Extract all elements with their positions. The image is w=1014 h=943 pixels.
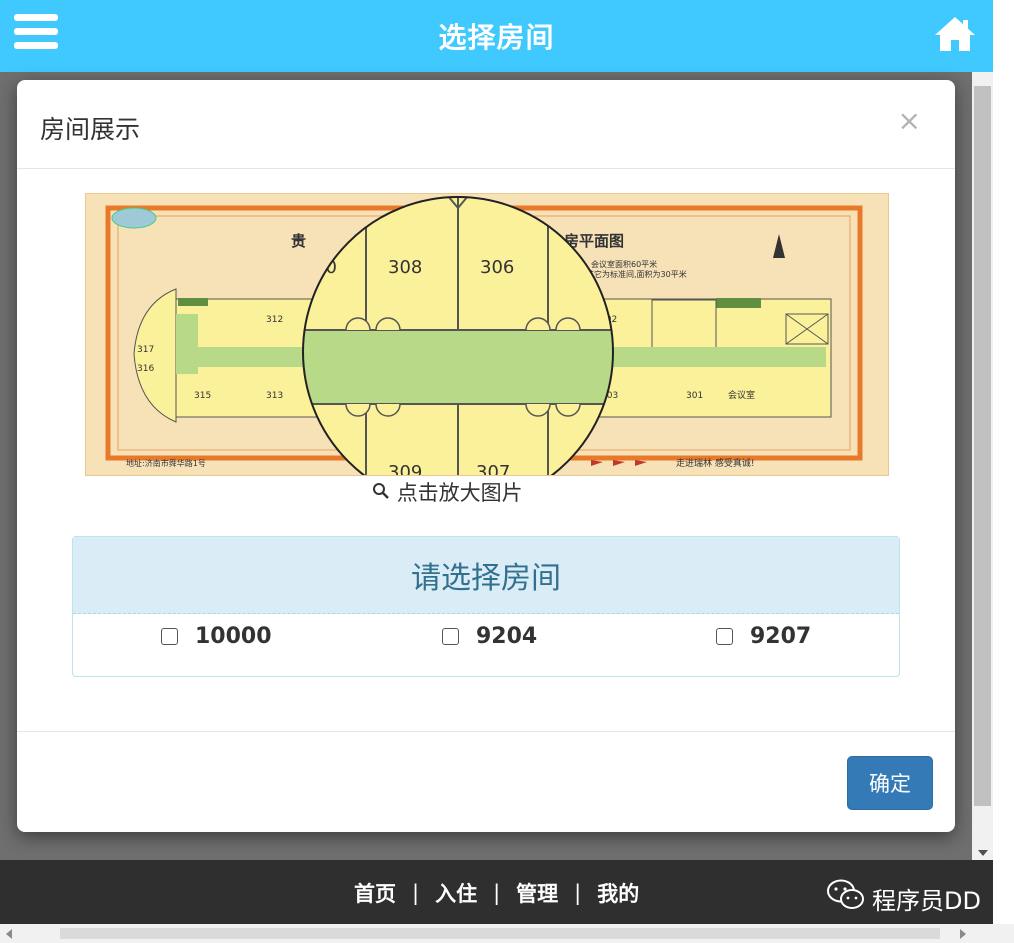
mag-room-label: 308 xyxy=(388,257,422,278)
nav-home-link[interactable]: 首页 xyxy=(354,878,396,908)
logo-icon xyxy=(111,207,157,229)
room-checkbox[interactable] xyxy=(442,628,459,645)
top-header: 选择房间 xyxy=(0,0,993,72)
vertical-scrollbar[interactable] xyxy=(972,72,993,860)
mag-room-label: 307 xyxy=(476,462,510,475)
room-number: 9207 xyxy=(750,624,812,649)
plan-note-1: 会议室面积60平米 xyxy=(591,259,657,269)
room-option-10000[interactable]: 10000 xyxy=(161,624,272,649)
svg-text:地址:济南市舜华路1号: 地址:济南市舜华路1号 xyxy=(126,458,206,468)
nav-manage-link[interactable]: 管理 xyxy=(516,878,558,908)
room-checkbox[interactable] xyxy=(161,628,178,645)
plan-heading-left: 贵 xyxy=(291,232,306,250)
home-icon[interactable] xyxy=(933,14,977,54)
confirm-button[interactable]: 确定 xyxy=(847,756,933,810)
mag-room-label: 309 xyxy=(388,462,422,475)
menu-icon[interactable] xyxy=(14,14,58,54)
plan-caption[interactable]: 点击放大图片 xyxy=(372,477,523,507)
svg-text:会议室: 会议室 xyxy=(728,389,755,401)
window-edge xyxy=(993,0,1014,943)
svg-text:312: 312 xyxy=(266,315,283,325)
room-modal: 房间展示 × 贵 房平面图 会议室面积60平米 其它为标准间,面积为30平米 3… xyxy=(17,80,955,832)
watermark: 程序员DD xyxy=(826,878,981,918)
hscroll-thumb[interactable] xyxy=(60,928,940,939)
scroll-left-icon[interactable] xyxy=(6,929,12,939)
nav-separator: | xyxy=(574,881,582,905)
room-panel-title: 请选择房间 xyxy=(411,561,561,596)
modal-title: 房间展示 xyxy=(40,115,141,144)
magnifier-icon xyxy=(372,481,390,505)
svg-text:走进瑞林 感受真诚!: 走进瑞林 感受真诚! xyxy=(676,457,754,469)
svg-text:316: 316 xyxy=(137,364,154,374)
nav-mine-link[interactable]: 我的 xyxy=(597,878,639,908)
plan-caption-text: 点击放大图片 xyxy=(396,481,523,505)
svg-text:317: 317 xyxy=(137,345,154,355)
watermark-text: 程序员DD xyxy=(872,886,981,915)
room-checkbox[interactable] xyxy=(716,628,733,645)
room-number: 9204 xyxy=(476,624,538,649)
svg-text:313: 313 xyxy=(266,391,283,401)
room-select-panel: 请选择房间 10000 9204 9207 xyxy=(72,536,900,677)
room-number: 10000 xyxy=(195,624,272,649)
modal-header: 房间展示 × xyxy=(17,80,955,169)
nav-separator: | xyxy=(412,881,420,905)
floor-plan-image[interactable]: 贵 房平面图 会议室面积60平米 其它为标准间,面积为30平米 317 316 … xyxy=(85,193,889,508)
svg-text:315: 315 xyxy=(194,391,211,401)
horizontal-scrollbar[interactable] xyxy=(0,924,1014,943)
plan-note-2: 其它为标准间,面积为30平米 xyxy=(586,269,687,279)
nav-checkin-link[interactable]: 入住 xyxy=(435,878,477,908)
mag-room-label: 306 xyxy=(480,257,514,278)
scroll-down-icon[interactable] xyxy=(978,850,988,856)
modal-footer: 确定 xyxy=(17,731,955,833)
svg-text:301: 301 xyxy=(686,391,703,401)
page-title: 选择房间 xyxy=(438,21,555,54)
room-panel-header: 请选择房间 xyxy=(73,537,899,614)
wechat-icon xyxy=(826,878,866,918)
nav-links: 首页 | 入住 | 管理 | 我的 xyxy=(354,878,639,908)
scrollbar-thumb[interactable] xyxy=(974,86,991,806)
nav-separator: | xyxy=(493,881,501,905)
scroll-right-icon[interactable] xyxy=(960,929,966,939)
close-button[interactable]: × xyxy=(898,104,921,137)
room-option-9204[interactable]: 9204 xyxy=(442,624,537,649)
room-option-9207[interactable]: 9207 xyxy=(716,624,811,649)
